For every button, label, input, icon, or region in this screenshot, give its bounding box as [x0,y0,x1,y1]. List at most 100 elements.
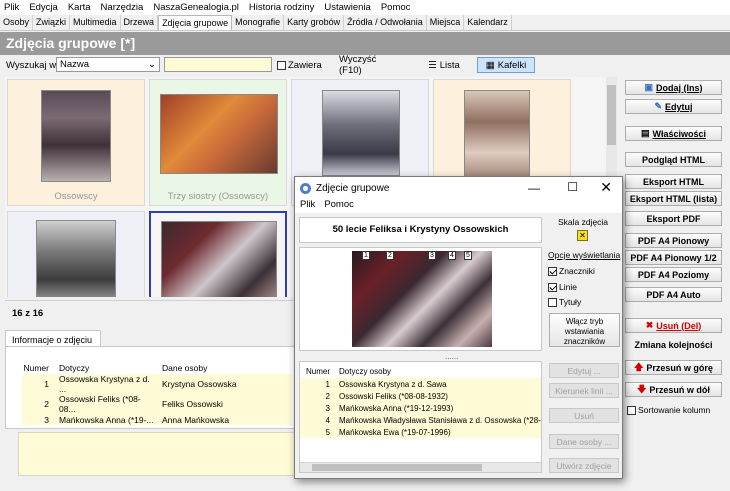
menu-pomoc[interactable]: Pomoc [381,2,411,13]
search-input[interactable] [164,57,272,72]
column-header[interactable]: Numer [300,365,334,378]
photo-thumbnail [41,90,111,182]
pdf-export-button[interactable]: Eksport PDF [625,211,722,226]
tab-miejsca[interactable]: Miejsca [427,15,465,30]
titles-checkbox[interactable]: Tytuły [548,297,581,307]
insert-markers-button[interactable]: Włącz tryb wstawiania znaczników [549,313,620,347]
contains-checkbox[interactable]: Zawiera [277,60,322,71]
person-data-button[interactable]: Dane osoby ... [549,434,619,449]
table-row[interactable]: 5 Mańkowska Ewa (*19-07-1996) [300,426,541,438]
arrow-down-icon: 🡇 [637,383,647,394]
dialog-menu-plik[interactable]: Plik [300,199,315,213]
menu-karta[interactable]: Karta [68,2,91,13]
photo-viewer[interactable]: 1 2 3 4 5 [299,247,542,351]
scrollbar-thumb[interactable] [607,85,616,145]
marker-1[interactable]: 1 [362,251,370,260]
html-export-list-button[interactable]: Eksport HTML (lista) [625,191,722,206]
horizontal-scrollbar[interactable] [300,462,541,472]
tab-zrodla[interactable]: Źródła / Odwołania [344,15,427,30]
maximize-icon[interactable]: ☐ [567,180,578,194]
info-notes-area[interactable] [18,432,298,476]
row-subject: Ossowska Krystyna z d. ... [59,374,150,394]
lines-checkbox[interactable]: Linie [548,282,577,292]
edit-button[interactable]: ✎ Edytuj [625,99,722,114]
menu-historia-rodziny[interactable]: Historia rodziny [249,2,314,13]
scale-icon[interactable]: ✕ [577,230,588,241]
tab-karty-grobow[interactable]: Karty grobów [284,15,345,30]
tab-photo-info[interactable]: Informacje o zdjęciu [5,330,101,347]
table-row[interactable]: 3 Mańkowska Anna (*19-... Anna Mańkowska [22,414,292,425]
photo-tile[interactable] [7,211,145,297]
order-label: Zmiana kolejności [634,340,713,350]
row-number: 2 [44,399,49,409]
tab-zdjecia-grupowe[interactable]: Zdjęcia grupowe [158,15,233,30]
move-up-button[interactable]: 🡅 Przesuń w górę [625,360,722,375]
menu-edycja[interactable]: Edycja [29,2,58,13]
html-preview-button[interactable]: Podgląd HTML [625,152,722,167]
table-row[interactable]: 1 Ossowska Krystyna z d. Sawa [300,378,541,390]
properties-button[interactable]: ▤ Właściwości [625,126,722,141]
group-photo-dialog: Zdjęcie grupowe — ☐ ✕ Plik Pomoc 50 leci… [294,176,623,479]
photo-thumbnail [322,90,400,176]
table-row[interactable]: 2 Ossowski Feliks (*08-08-1932) [300,390,541,402]
pdf-portrait-button[interactable]: PDF A4 Pionowy [625,233,722,248]
marker-3[interactable]: 3 [428,251,436,260]
marker-2[interactable]: 2 [386,251,394,260]
column-header[interactable]: Dotyczy osoby [334,365,541,378]
move-up-label: Przesuń w górę [646,362,713,373]
pdf-landscape-button[interactable]: PDF A4 Poziomy [625,267,722,282]
markers-checkbox[interactable]: Znaczniki [548,266,595,276]
menu-ustawienia[interactable]: Ustawienia [324,2,370,13]
menu-plik[interactable]: Plik [4,2,19,13]
create-photo-button[interactable]: Utwórz zdjęcie [549,458,619,473]
marker-5[interactable]: 5 [464,251,472,260]
tab-osoby[interactable]: Osoby [0,15,34,30]
photo-tile[interactable]: Trzy siostry (Ossowscy) [149,79,287,206]
sort-columns-checkbox[interactable]: Sortowanie kolumn [627,405,710,415]
scrollbar-thumb[interactable] [312,464,482,471]
row-subject: Mańkowska Władysława Stanisława z d. Oss… [339,415,541,425]
menu-naszagenealogia[interactable]: NaszaGenealogia.pl [153,2,239,13]
table-row[interactable]: 1 Ossowska Krystyna z d. ... Krystyna Os… [22,374,292,394]
tiles-view-button[interactable]: ▦ Kafelki [477,57,535,73]
list-view-button[interactable]: ☰ Lista [420,57,468,73]
move-down-button[interactable]: 🡇 Przesuń w dół [625,382,722,397]
edit-marker-button[interactable]: Edytuj ... [549,363,619,378]
delete-icon: ✖ [645,320,654,330]
clear-button[interactable]: Wyczyść (F10) [338,54,398,76]
photo-tile-selected[interactable] [149,211,287,297]
checkbox-icon [277,61,286,70]
splitter-grip[interactable]: ...... [445,352,458,361]
row-subject: Mańkowska Anna (*19-... [59,414,154,425]
delete-marker-button[interactable]: Usuń [549,408,619,423]
column-header[interactable]: Numer [22,362,52,374]
dialog-person-list: Numer Dotyczy osoby 1 Ossowska Krystyna z… [299,361,542,473]
dialog-menu-pomoc[interactable]: Pomoc [324,199,354,213]
photo-title: 50 lecie Feliksa i Krystyny Ossowskich [299,217,542,243]
photo-tile[interactable]: Ossowscy [7,79,145,206]
minimize-icon[interactable]: — [528,181,540,195]
add-button[interactable]: ▣ Dodaj (Ins) [625,80,722,95]
row-person: Krystyna Ossowska [162,379,237,389]
tab-zwiazki[interactable]: Związki [33,15,71,30]
add-icon: ▣ [644,82,653,92]
delete-button[interactable]: ✖ Usuń (Del) [625,318,722,333]
tab-kalendarz[interactable]: Kalendarz [464,15,512,30]
column-header[interactable]: Dane osoby [154,362,292,374]
line-direction-button[interactable]: Kierunek linii ... [549,383,619,398]
pdf-auto-button[interactable]: PDF A4 Auto [625,287,722,302]
pdf-portrait-half-button[interactable]: PDF A4 Pionowy 1/2 [625,250,722,265]
close-icon[interactable]: ✕ [600,179,612,196]
row-number: 3 [44,414,49,425]
table-row[interactable]: 2 Ossowski Feliks (*08-08... Feliks Osso… [22,394,292,414]
table-row[interactable]: 4 Mańkowska Władysława Stanisława z d. Os… [300,414,541,426]
menu-narzedzia[interactable]: Narzędzia [101,2,144,13]
marker-4[interactable]: 4 [448,251,456,260]
tab-drzewa[interactable]: Drzewa [121,15,159,30]
tab-monografie[interactable]: Monografie [232,15,285,30]
column-header[interactable]: Dotyczy [52,362,154,374]
search-field-select[interactable]: Nazwa ⌄ [56,57,160,72]
tab-multimedia[interactable]: Multimedia [70,15,121,30]
table-row[interactable]: 3 Mańkowska Anna (*19-12-1993) [300,402,541,414]
html-export-button[interactable]: Eksport HTML [625,174,722,189]
